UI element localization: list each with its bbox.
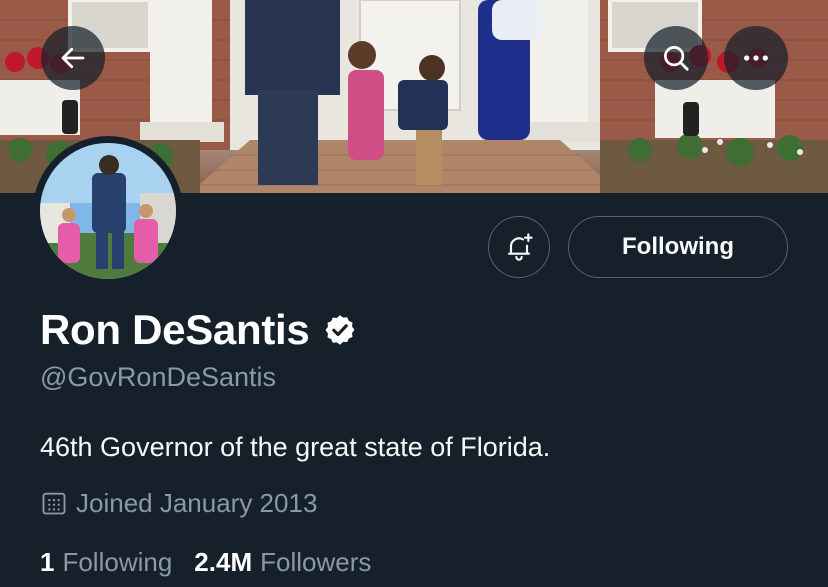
avatar (40, 143, 176, 279)
followers-count: 2.4M (194, 546, 253, 577)
calendar-icon (42, 492, 66, 515)
name-row: Ron DeSantis (40, 306, 357, 354)
followers-stat-link[interactable]: 2.4M Followers (194, 547, 371, 578)
display-name: Ron DeSantis (40, 306, 310, 353)
avatar-photo (40, 143, 176, 279)
notifications-button[interactable] (488, 216, 550, 278)
following-count: 1 (40, 546, 55, 577)
profile-handle: @GovRonDeSantis (40, 362, 277, 392)
search-button[interactable] (644, 26, 708, 90)
profile-avatar[interactable] (33, 136, 183, 286)
profile-bio: 46th Governor of the great state of Flor… (40, 432, 551, 462)
back-button[interactable] (41, 26, 105, 90)
following-button[interactable]: Following (568, 216, 788, 278)
following-label: Following (62, 546, 173, 577)
verified-badge-icon[interactable] (323, 313, 357, 347)
search-icon (664, 46, 689, 71)
join-date-text: Joined January 2013 (76, 487, 318, 518)
bell-plus-icon (507, 233, 533, 261)
more-icon (744, 55, 768, 61)
more-button[interactable] (724, 26, 788, 90)
profile-stats: 1 Following 2.4M Followers (40, 544, 371, 580)
join-date: Joined January 2013 (40, 486, 317, 520)
back-arrow-icon (61, 47, 85, 69)
followers-label: Followers (260, 546, 372, 577)
following-stat-link[interactable]: 1 Following (40, 547, 172, 578)
